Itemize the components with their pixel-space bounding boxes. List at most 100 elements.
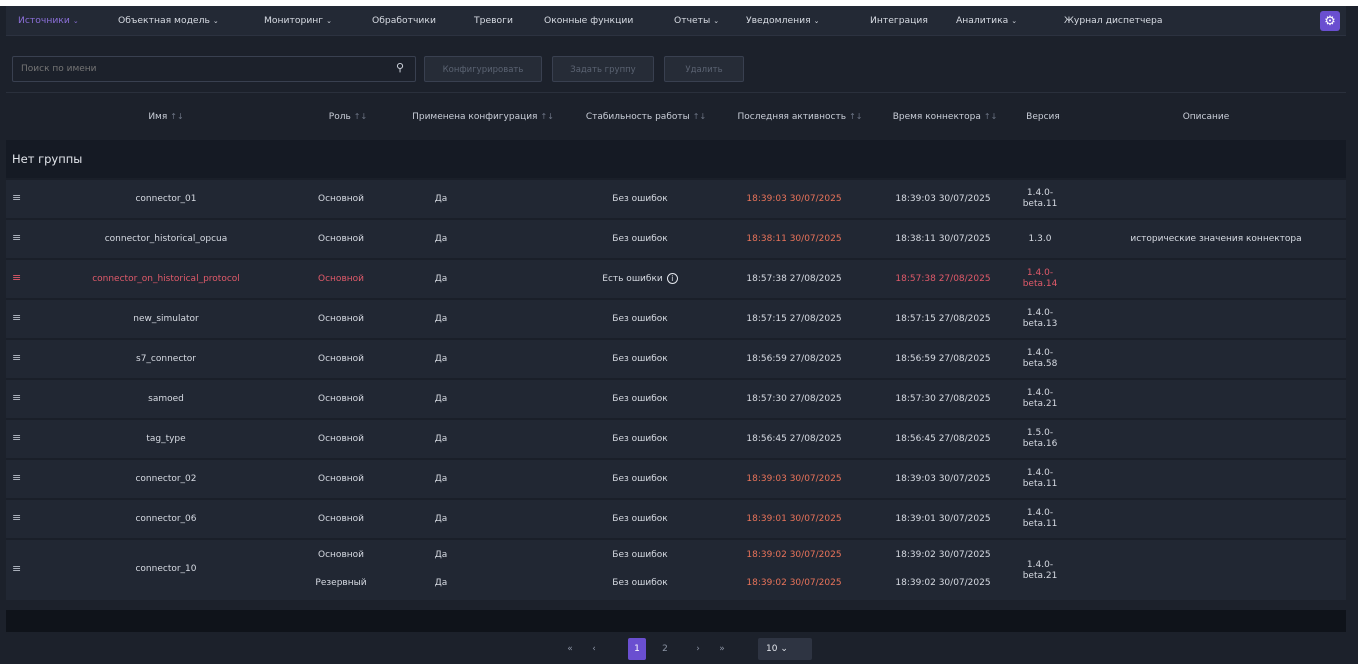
connector-time: 18:39:03 30/07/2025 bbox=[895, 194, 991, 204]
connector-name: connector_01 bbox=[135, 194, 197, 204]
connector-time: 18:57:15 27/08/2025 bbox=[895, 314, 991, 324]
column-header-name[interactable]: Имя ↑↓ bbox=[76, 93, 256, 141]
chevron-down-icon: ⌄ bbox=[780, 644, 788, 654]
settings-button[interactable]: ⚙ bbox=[1320, 11, 1340, 31]
prev-page-button[interactable]: ‹ bbox=[586, 638, 602, 660]
menu-icon[interactable]: ≡ bbox=[12, 351, 21, 364]
last-activity: 18:57:38 27/08/2025 bbox=[746, 274, 842, 284]
connector-role: Основной bbox=[318, 194, 364, 204]
column-header-config[interactable]: Применена конфигурация ↑↓ bbox=[396, 93, 570, 141]
config-applied: Да bbox=[434, 234, 448, 244]
configure-button[interactable]: Конфигурировать bbox=[424, 56, 542, 82]
menu-icon[interactable]: ≡ bbox=[12, 391, 21, 404]
menu-icon[interactable]: ≡ bbox=[12, 431, 21, 444]
nav-item-alarms[interactable]: Тревоги bbox=[474, 6, 513, 36]
connector-name: new_simulator bbox=[133, 314, 199, 324]
connector-role: Основной bbox=[318, 514, 364, 524]
connector-name: connector_10 bbox=[135, 564, 197, 574]
set-group-button[interactable]: Задать группу bbox=[552, 56, 654, 82]
connector-role: Основной bbox=[318, 474, 364, 484]
connector-description: исторические значения коннектора bbox=[1130, 234, 1302, 244]
config-applied: Да bbox=[434, 434, 448, 444]
menu-icon[interactable]: ≡ bbox=[12, 271, 21, 284]
search-input[interactable] bbox=[12, 56, 416, 82]
sort-icon[interactable]: ↑↓ bbox=[693, 112, 706, 121]
last-page-button[interactable]: » bbox=[714, 638, 730, 660]
gear-icon: ⚙ bbox=[1324, 13, 1336, 29]
page-size-select[interactable]: 10 ⌄ bbox=[758, 638, 812, 660]
connector-role: Основной bbox=[318, 394, 364, 404]
table-row[interactable]: ≡ connector_06 Основной Да Без ошибок 18… bbox=[6, 498, 1346, 538]
table-row[interactable]: ≡ connector_02 Основной Да Без ошибок 18… bbox=[6, 458, 1346, 498]
connector-role: Основной bbox=[318, 550, 364, 560]
table-row[interactable]: ≡ new_simulator Основной Да Без ошибок 1… bbox=[6, 298, 1346, 338]
stability-status[interactable]: Есть ошибки i bbox=[572, 273, 708, 284]
connector-time: 18:56:45 27/08/2025 bbox=[895, 434, 991, 444]
menu-icon[interactable]: ≡ bbox=[12, 471, 21, 484]
connector-name: connector_on_historical_protocol bbox=[92, 274, 240, 284]
menu-icon[interactable]: ≡ bbox=[12, 311, 21, 324]
connector-role: Основной bbox=[318, 314, 364, 324]
app: Источники ⌄ Объектная модель ⌄ Мониторинг ⌄… bbox=[0, 6, 1358, 664]
page-1-button[interactable]: 1 bbox=[628, 638, 646, 660]
top-nav: Источники ⌄ Объектная модель ⌄ Мониторинг ⌄… bbox=[6, 6, 1346, 36]
table-row[interactable]: ≡ s7_connector Основной Да Без ошибок 18… bbox=[6, 338, 1346, 378]
info-icon[interactable]: i bbox=[666, 273, 678, 284]
column-header-stability[interactable]: Стабильность работы ↑↓ bbox=[572, 93, 720, 141]
connector-time: 18:39:03 30/07/2025 bbox=[895, 474, 991, 484]
connector-version: 1.4.0- beta.11 bbox=[1022, 188, 1058, 209]
connector-version: 1.4.0- beta.21 bbox=[1022, 560, 1058, 581]
nav-item-analytics[interactable]: Аналитика ⌄ bbox=[956, 6, 1017, 36]
menu-icon[interactable]: ≡ bbox=[12, 231, 21, 244]
table-row[interactable]: ≡ connector_historical_opcua Основной Да… bbox=[6, 218, 1346, 258]
delete-button[interactable]: Удалить bbox=[664, 56, 744, 82]
connector-version: 1.4.0- beta.21 bbox=[1022, 388, 1058, 409]
table-row[interactable]: ≡ samoed Основной Да Без ошибок 18:57:30… bbox=[6, 378, 1346, 418]
nav-item-handlers[interactable]: Обработчики bbox=[372, 6, 436, 36]
group-row[interactable]: Нет группы bbox=[6, 140, 1346, 178]
sort-icon[interactable]: ↑↓ bbox=[354, 112, 367, 121]
connector-version: 1.5.0- beta.16 bbox=[1022, 428, 1058, 449]
connector-version: 1.4.0- beta.13 bbox=[1022, 308, 1058, 329]
next-page-button[interactable]: › bbox=[690, 638, 706, 660]
nav-item-sources[interactable]: Источники ⌄ bbox=[18, 6, 79, 36]
connector-time: 18:57:38 27/08/2025 bbox=[895, 274, 991, 284]
nav-item-monitoring[interactable]: Мониторинг ⌄ bbox=[264, 6, 332, 36]
nav-item-integration[interactable]: Интеграция bbox=[870, 6, 928, 36]
table-header: Имя ↑↓ Роль ↑↓ Применена конфигурация ↑↓ Ст… bbox=[6, 92, 1346, 140]
connector-version: 1.4.0- beta.11 bbox=[1022, 508, 1058, 529]
sort-icon[interactable]: ↑↓ bbox=[540, 112, 553, 121]
stability-status: Без ошибок bbox=[612, 394, 668, 404]
table-row[interactable]: ≡ connector_01 Основной Да Без ошибок 18… bbox=[6, 178, 1346, 218]
column-header-role[interactable]: Роль ↑↓ bbox=[318, 93, 378, 141]
last-activity: 18:39:01 30/07/2025 bbox=[746, 514, 842, 524]
nav-item-notifications[interactable]: Уведомления ⌄ bbox=[746, 6, 819, 36]
nav-item-dispatcher-log[interactable]: Журнал диспетчера bbox=[1064, 6, 1163, 36]
table-row[interactable]: ≡ tag_type Основной Да Без ошибок 18:56:… bbox=[6, 418, 1346, 458]
nav-item-reports[interactable]: Отчеты ⌄ bbox=[674, 6, 719, 36]
column-header-description: Описание bbox=[1182, 112, 1230, 122]
nav-item-window-functions[interactable]: Оконные функции bbox=[544, 6, 633, 36]
stability-status: Без ошибок bbox=[612, 354, 668, 364]
connector-name: connector_06 bbox=[135, 514, 197, 524]
table-row[interactable]: ≡ connector_on_historical_protocol Основ… bbox=[6, 258, 1346, 298]
sort-icon[interactable]: ↑↓ bbox=[170, 112, 183, 121]
config-applied: Да bbox=[434, 578, 448, 588]
table-row[interactable]: ≡ connector_10 Основной Да Без ошибок 18… bbox=[6, 538, 1346, 600]
menu-icon[interactable]: ≡ bbox=[12, 191, 21, 204]
connector-name: s7_connector bbox=[136, 354, 196, 364]
config-applied: Да bbox=[434, 474, 448, 484]
column-header-last-activity[interactable]: Последняя активность ↑↓ bbox=[724, 93, 876, 141]
page-2-button[interactable]: 2 bbox=[656, 638, 674, 660]
column-header-connector-time[interactable]: Время коннектора ↑↓ bbox=[880, 93, 1010, 141]
connector-name: tag_type bbox=[146, 434, 186, 444]
menu-icon[interactable]: ≡ bbox=[12, 511, 21, 524]
last-activity: 18:39:02 30/07/2025 bbox=[746, 578, 842, 588]
search-icon[interactable]: ⚲ bbox=[396, 61, 404, 74]
sort-icon[interactable]: ↑↓ bbox=[984, 112, 997, 121]
menu-icon[interactable]: ≡ bbox=[12, 562, 21, 575]
sort-icon[interactable]: ↑↓ bbox=[849, 112, 862, 121]
first-page-button[interactable]: « bbox=[562, 638, 578, 660]
connector-version: 1.4.0- beta.11 bbox=[1022, 468, 1058, 489]
nav-item-object-model[interactable]: Объектная модель ⌄ bbox=[118, 6, 219, 36]
